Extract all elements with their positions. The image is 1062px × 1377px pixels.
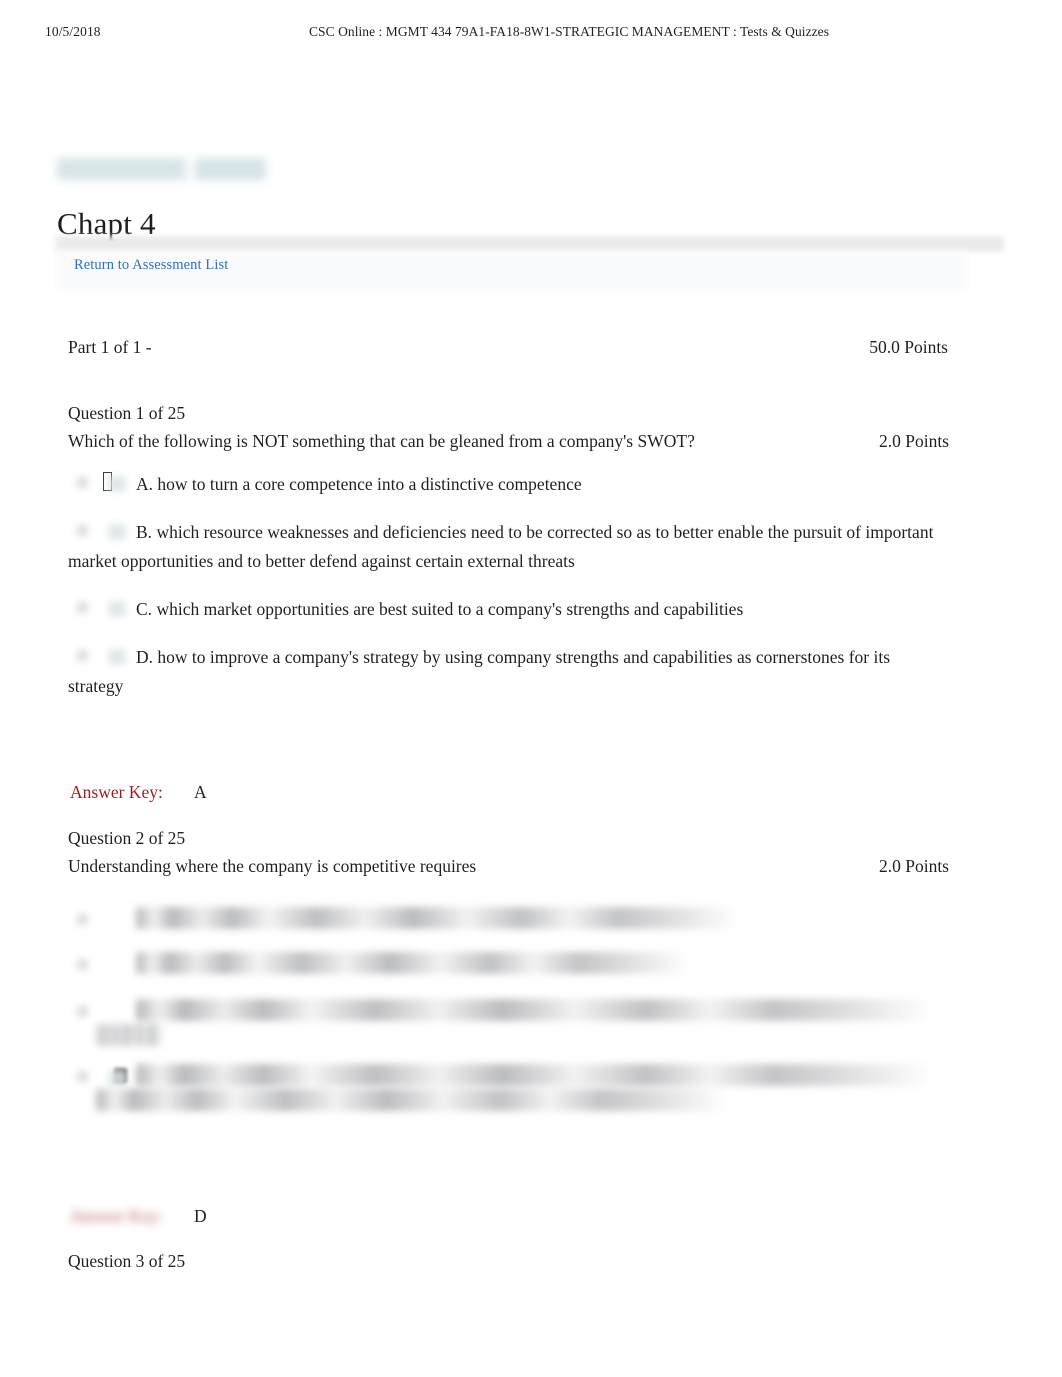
question-header: Understanding where the company is compe… [68,853,949,881]
option-body: A. how to turn a core competence into a … [68,470,949,499]
option-body [136,1064,949,1086]
question-points: 2.0 Points [878,431,949,451]
option-row[interactable]: A. how to turn a core competence into a … [68,470,949,499]
option-markers[interactable] [72,1066,136,1088]
option-row[interactable]: D. how to improve a company's strategy b… [68,643,949,701]
option-letter: C. [136,599,153,619]
option-markers[interactable] [72,909,136,931]
question-number: Question 2 of 25 [68,828,186,848]
option-markers[interactable] [72,520,136,542]
question-number: Question 1 of 25 [68,403,186,423]
radio-button-icon[interactable] [76,958,89,971]
question-block: Question 2 of 25 Understanding where the… [68,825,949,1130]
option-body [136,907,949,929]
option-row[interactable] [68,907,949,933]
question-text: Understanding where the company is compe… [68,856,477,876]
radio-button-icon[interactable] [76,913,89,926]
part-row: Part 1 of 1 - 50.0 Points [68,337,948,361]
option-letter: B. [136,522,153,542]
question-number: Question 3 of 25 [68,1251,186,1271]
option-body [136,999,949,1021]
question-block: Question 3 of 25 [68,1248,949,1274]
option-row[interactable] [68,999,949,1046]
option-markers[interactable] [72,472,136,494]
option-body-wrap [96,1024,949,1046]
option-row[interactable]: B. which resource weaknesses and deficie… [68,518,949,576]
option-text: which resource weaknesses and deficienci… [68,522,934,571]
redacted-option-text [136,907,738,929]
answer-key-value: A [194,782,207,802]
radio-button-icon[interactable] [76,1070,89,1083]
redacted-option-text [96,1089,728,1111]
redacted-option-text [136,999,933,1021]
option-markers[interactable] [72,597,136,619]
option-markers[interactable] [72,645,136,667]
option-markers[interactable] [72,1001,136,1023]
option-highlight [108,476,126,492]
option-highlight [108,1070,126,1086]
option-text: how to turn a core competence into a dis… [157,474,582,494]
option-letter: A. [136,474,154,494]
option-markers[interactable] [72,954,136,976]
option-list: A. how to turn a core competence into a … [68,470,949,701]
answer-key-label: Answer Key: [70,782,163,802]
radio-button-icon[interactable] [76,601,89,614]
option-body: D. how to improve a company's strategy b… [68,643,949,701]
option-row[interactable] [68,1064,949,1111]
option-body: B. which resource weaknesses and deficie… [68,518,949,576]
part-points: 50.0 Points [869,337,948,357]
option-row[interactable]: C. which market opportunities are best s… [68,595,949,624]
option-list [68,907,949,1111]
option-body [136,952,949,974]
question-text: Which of the following is NOT something … [68,431,695,451]
question-block: Question 1 of 25 Which of the following … [68,400,949,720]
answer-key-label: Answer Key: [70,1206,163,1226]
option-text: which market opportunities are best suit… [156,599,744,619]
redacted-option-text [136,952,689,974]
answer-key-value: D [194,1206,207,1226]
radio-button-icon[interactable] [76,524,89,537]
return-to-assessment-list-link[interactable]: Return to Assessment List [74,257,228,274]
option-text: how to improve a company's strategy by u… [68,647,891,696]
document-title: CSC Online : MGMT 434 79A1-FA18-8W1-STRA… [309,24,829,39]
print-header: 10/5/2018 CSC Online : MGMT 434 79A1-FA1… [0,24,1062,42]
option-letter: D. [136,647,154,667]
print-date: 10/5/2018 [45,24,101,39]
redacted-option-text [136,1064,933,1086]
option-row[interactable] [68,952,949,978]
radio-button-icon[interactable] [76,476,89,489]
radio-button-icon[interactable] [76,649,89,662]
option-body: C. which market opportunities are best s… [68,595,949,624]
radio-button-icon[interactable] [76,1005,89,1018]
breadcrumb[interactable] [57,158,269,180]
question-points: 2.0 Points [878,856,949,876]
part-label: Part 1 of 1 - [68,337,152,357]
option-highlight [108,524,126,540]
option-highlight [108,649,126,665]
question-header: Which of the following is NOT something … [68,428,949,456]
option-body-wrap [96,1089,949,1111]
option-highlight [108,601,126,617]
redacted-option-text [96,1024,165,1046]
